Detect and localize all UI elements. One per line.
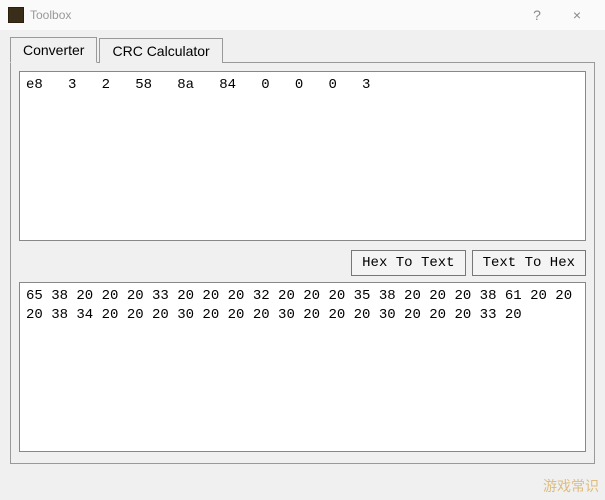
text-to-hex-button[interactable]: Text To Hex [472, 250, 586, 276]
close-button[interactable]: × [557, 0, 597, 30]
window-title: Toolbox [30, 8, 71, 22]
titlebar: Toolbox ? × [0, 0, 605, 30]
converter-panel: e8 3 2 58 8a 84 0 0 0 3 Hex To Text Text… [10, 62, 595, 464]
tab-bar: Converter CRC Calculator [10, 36, 595, 62]
input-textbox[interactable]: e8 3 2 58 8a 84 0 0 0 3 [19, 71, 586, 241]
output-textbox[interactable]: 65 38 20 20 20 33 20 20 20 32 20 20 20 3… [19, 282, 586, 452]
help-button[interactable]: ? [517, 0, 557, 30]
hex-to-text-button[interactable]: Hex To Text [351, 250, 465, 276]
tab-crc-calculator[interactable]: CRC Calculator [99, 38, 222, 63]
button-row: Hex To Text Text To Hex [19, 250, 586, 276]
content-area: Converter CRC Calculator e8 3 2 58 8a 84… [0, 30, 605, 474]
app-icon [8, 7, 24, 23]
watermark-text: 游戏常识 [543, 476, 599, 496]
tab-converter[interactable]: Converter [10, 37, 97, 63]
